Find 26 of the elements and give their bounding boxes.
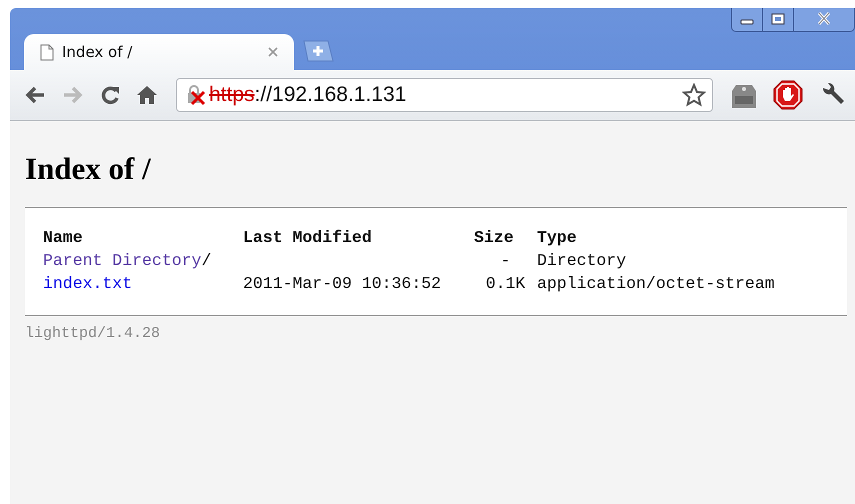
page-heading: Index of / — [25, 151, 152, 187]
reload-icon[interactable] — [100, 85, 120, 105]
url-scheme: https — [209, 83, 255, 107]
server-version: lighttpd/1.4.28 — [25, 325, 160, 342]
browser-tab[interactable]: Index of / — [24, 34, 294, 70]
modified-date: 2011-Mar-09 10:36:52 — [243, 274, 442, 293]
column-header: Name — [43, 227, 84, 249]
home-icon[interactable] — [136, 85, 158, 105]
address-bar[interactable]: https://192.168.1.131 — [176, 78, 713, 112]
star-icon[interactable] — [682, 83, 706, 107]
path-slash: / — [201, 251, 212, 270]
file-size: 0.1K — [486, 274, 526, 293]
column-header: Size — [474, 227, 515, 249]
page-icon — [40, 44, 54, 60]
back-arrow-icon[interactable] — [24, 85, 46, 105]
column-header: Last Modified — [243, 227, 373, 249]
url-text: ://192.168.1.131 — [254, 83, 408, 107]
broken-lock-icon — [185, 84, 207, 106]
file-size: - — [500, 251, 510, 270]
column-header: Type — [537, 227, 578, 249]
file-type: Directory — [537, 251, 626, 270]
file-link[interactable]: index.txt — [43, 274, 132, 293]
file-type: application/octet-stream — [537, 274, 775, 293]
close-tab-icon[interactable] — [268, 47, 278, 57]
stop-hand-icon[interactable] — [773, 80, 803, 110]
file-link[interactable]: Parent Directory — [43, 251, 202, 270]
